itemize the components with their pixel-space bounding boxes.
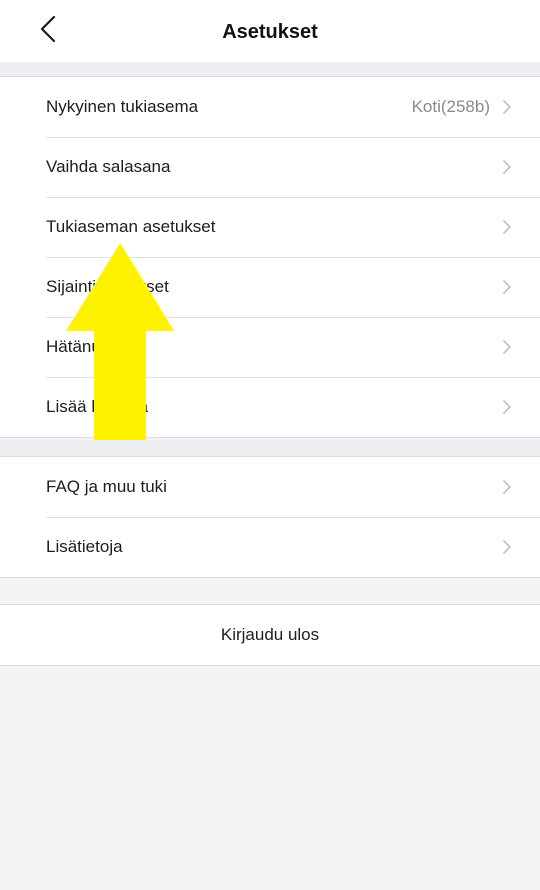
row-label: Lisää kamera	[46, 397, 149, 416]
chevron-right-icon	[500, 477, 514, 497]
row-location-settings[interactable]: Sijaintiasetukset	[0, 257, 540, 317]
back-button[interactable]	[28, 10, 68, 52]
row-more-info[interactable]: Lisätietoja	[0, 517, 540, 577]
nav-header: Asetukset	[0, 0, 540, 62]
settings-screen: Asetukset Nykyinen tukiasema Koti(258b) …	[0, 0, 540, 890]
row-base-station-settings[interactable]: Tukiaseman asetukset	[0, 197, 540, 257]
row-label: Vaihda salasana	[46, 157, 171, 176]
chevron-right-icon	[500, 537, 514, 557]
chevron-right-icon	[500, 97, 514, 117]
row-value: Koti(258b)	[411, 97, 490, 116]
chevron-right-icon	[500, 397, 514, 417]
row-label: Tukiaseman asetukset	[46, 217, 216, 236]
row-faq-support[interactable]: FAQ ja muu tuki	[0, 457, 540, 517]
row-add-camera[interactable]: Lisää kamera	[0, 377, 540, 437]
section-gap	[0, 440, 540, 456]
row-label: Sijaintiasetukset	[46, 277, 169, 296]
chevron-left-icon	[40, 15, 56, 48]
chevron-right-icon	[500, 157, 514, 177]
row-label: Nykyinen tukiasema	[46, 97, 199, 116]
section-gap	[0, 62, 540, 76]
row-label: Lisätietoja	[46, 537, 123, 556]
settings-group-main: Nykyinen tukiasema Koti(258b) Vaihda sal…	[0, 76, 540, 438]
logout-button[interactable]: Kirjaudu ulos	[0, 604, 540, 666]
chevron-right-icon	[500, 277, 514, 297]
row-change-password[interactable]: Vaihda salasana	[0, 137, 540, 197]
chevron-right-icon	[500, 217, 514, 237]
page-title: Asetukset	[222, 21, 318, 43]
row-label: Hätänumero	[46, 337, 140, 356]
row-label: FAQ ja muu tuki	[46, 477, 167, 496]
row-emergency-number[interactable]: Hätänumero	[0, 317, 540, 377]
chevron-right-icon	[500, 337, 514, 357]
row-current-base-station[interactable]: Nykyinen tukiasema Koti(258b)	[0, 77, 540, 137]
settings-group-support: FAQ ja muu tuki Lisätietoja	[0, 456, 540, 578]
